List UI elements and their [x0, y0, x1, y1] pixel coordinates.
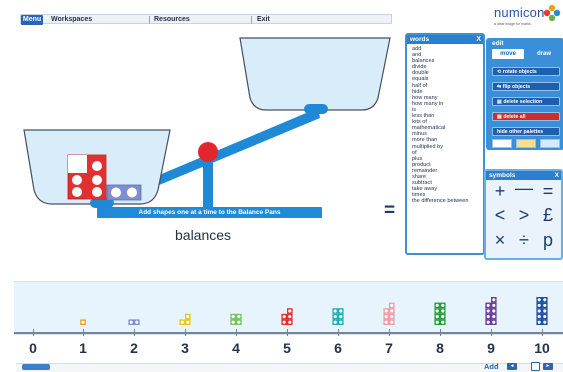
numicon-shape-5[interactable]	[281, 308, 293, 325]
numicon-shape-1[interactable]	[80, 319, 86, 325]
numicon-shape-9[interactable]	[485, 297, 497, 325]
numicon-shape-10[interactable]	[536, 297, 548, 325]
number-line-tick	[83, 329, 84, 336]
exit-menu[interactable]: Exit	[257, 15, 270, 25]
numicon-shape-4[interactable]	[230, 313, 242, 325]
edit-palette: edit move draw ⟲ rotate objects ⇆ flip o…	[486, 38, 563, 150]
number-label: 4	[232, 340, 240, 356]
instruction-banner: Add shapes one at a time to the Balance …	[97, 207, 322, 218]
tab-draw[interactable]: draw	[528, 49, 560, 59]
current-page-indicator	[531, 362, 540, 371]
menu-bar: Menu Workspaces Resources Exit	[20, 14, 392, 25]
number-label: 10	[534, 340, 550, 356]
menu-divider	[149, 16, 150, 24]
symbol-less-than[interactable]: <	[488, 206, 512, 224]
numicon-two-shape	[106, 184, 142, 201]
number-line-tick	[185, 329, 186, 336]
number-label: 3	[181, 340, 189, 356]
numicon-shape-8[interactable]	[434, 302, 446, 325]
rotate-objects-button[interactable]: ⟲ rotate objects	[492, 67, 560, 76]
numicon-shape-3[interactable]	[179, 313, 191, 325]
resources-menu[interactable]: Resources	[154, 15, 190, 25]
number-line-tick	[33, 329, 34, 336]
number-line	[14, 332, 563, 334]
delete-all-button[interactable]: ▤ delete all	[492, 112, 560, 121]
symbol-plus[interactable]: +	[488, 182, 512, 200]
number-line-tick	[389, 329, 390, 336]
symbol-pence[interactable]: p	[536, 231, 560, 249]
numicon-shape-2[interactable]	[128, 319, 140, 325]
tab-move[interactable]: move	[492, 49, 524, 59]
close-icon[interactable]: X	[476, 35, 481, 44]
symbol-equals[interactable]: =	[536, 182, 560, 200]
number-label: 1	[79, 340, 87, 356]
close-icon[interactable]: X	[555, 171, 559, 180]
number-line-tick	[542, 329, 543, 336]
workspace-caption: balances	[175, 227, 232, 243]
hide-other-palettes-button[interactable]: hide other palettes	[492, 127, 560, 136]
right-balance-pan	[239, 37, 391, 111]
numicon-logo-tagline: a clear image for maths	[494, 22, 531, 26]
balance-pivot	[198, 142, 218, 162]
symbol-pound[interactable]: £	[536, 206, 560, 224]
menu-button[interactable]: Menu	[21, 15, 43, 25]
symbol-multiply[interactable]: ×	[488, 231, 512, 249]
number-line-tick	[134, 329, 135, 336]
color-swatch-yellow[interactable]	[516, 139, 536, 148]
scroll-handle[interactable]	[22, 364, 50, 370]
numicon-shape-7[interactable]	[383, 302, 395, 325]
symbol-divide[interactable]: ÷	[512, 231, 536, 249]
number-label: 0	[29, 340, 37, 356]
color-swatch-grid[interactable]	[540, 139, 560, 148]
number-label: 6	[334, 340, 342, 356]
symbol-greater-than[interactable]: >	[512, 206, 536, 224]
numicon-shapes-row[interactable]	[0, 281, 563, 333]
numicon-shape-6[interactable]	[332, 308, 344, 325]
number-label: 8	[436, 340, 444, 356]
workspaces-menu[interactable]: Workspaces	[51, 15, 92, 25]
symbol-minus[interactable]: —	[512, 179, 536, 197]
flip-objects-button[interactable]: ⇆ flip objects	[492, 82, 560, 91]
add-label: Add	[484, 362, 499, 371]
menu-divider	[251, 16, 252, 24]
number-line-tick	[440, 329, 441, 336]
number-label: 9	[487, 340, 495, 356]
number-line-tick	[236, 329, 237, 336]
edit-palette-title: edit	[492, 40, 504, 47]
number-label: 5	[283, 340, 291, 356]
numicon-five-shape	[67, 154, 107, 200]
right-pan-holder	[304, 104, 328, 114]
numicon-logo-icon	[543, 4, 561, 22]
words-list: add and balances divide double equals half of h…	[412, 46, 469, 204]
words-palette: words X add and balances divide double equals…	[405, 33, 485, 255]
delete-selection-button[interactable]: ▤ delete selection	[492, 97, 560, 106]
next-button[interactable]: ►	[543, 363, 553, 370]
number-label: 2	[130, 340, 138, 356]
number-line-tick	[287, 329, 288, 336]
number-label: 7	[385, 340, 393, 356]
word-item[interactable]: the difference between	[412, 198, 469, 204]
symbols-palette-title: symbols	[489, 172, 516, 179]
number-line-tick	[491, 329, 492, 336]
equals-symbol[interactable]: =	[384, 200, 395, 222]
previous-button[interactable]: ◄	[507, 363, 517, 370]
numicon-logo-text: numicon	[494, 5, 545, 20]
words-palette-header[interactable]: words X	[407, 35, 483, 44]
symbols-palette: symbols X + — = < > £ × ÷ p	[484, 169, 563, 260]
words-palette-title: words	[410, 36, 430, 43]
color-swatch-white[interactable]	[492, 139, 512, 148]
number-line-tick	[338, 329, 339, 336]
